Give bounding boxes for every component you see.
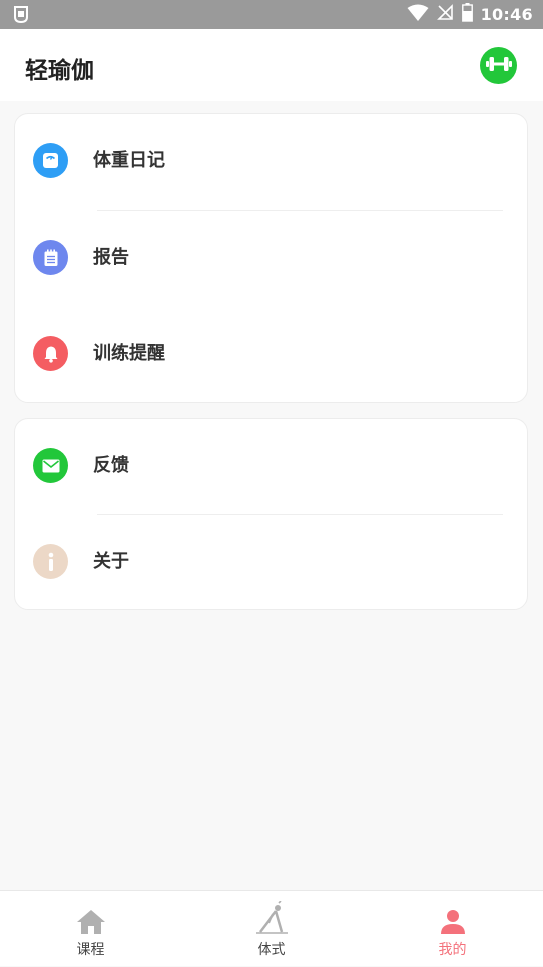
person-icon [439,905,467,935]
menu-item-training-reminder[interactable]: 训练提醒 [15,307,527,403]
page-title: 轻瑜伽 [25,58,94,84]
menu-item-label: 体重日记 [93,150,165,171]
dumbbell-button[interactable] [480,47,517,84]
status-bar: 10:46 [0,0,543,29]
menu-item-report[interactable]: 报告 [15,211,527,307]
tab-label: 我的 [438,942,467,958]
yoga-pose-icon [255,901,288,935]
scale-icon [33,143,68,178]
wifi-icon [407,4,429,26]
tab-label: 体式 [257,942,286,958]
menu-item-weight-diary[interactable]: 体重日记 [15,114,527,210]
menu-item-label: 报告 [93,247,129,268]
status-time: 10:46 [480,5,533,24]
menu-item-label: 训练提醒 [93,343,165,364]
menu-item-label: 反馈 [93,455,129,476]
notepad-icon [33,240,68,275]
home-icon [76,905,106,935]
menu-item-feedback[interactable]: 反馈 [15,419,527,515]
app-bar: 轻瑜伽 [0,29,543,101]
no-signal-icon [436,4,454,25]
battery-icon [461,3,473,26]
bell-icon [33,336,68,371]
menu-item-about[interactable]: 关于 [15,515,527,611]
tab-poses[interactable]: 体式 [181,891,362,967]
tab-label: 课程 [76,942,105,958]
menu-card-main: 体重日记 报告 训练提醒 [14,113,528,403]
menu-card-other: 反馈 关于 [14,418,528,610]
tab-courses[interactable]: 课程 [0,891,181,967]
menu-item-label: 关于 [93,551,129,572]
sim-card-icon [14,6,28,27]
dumbbell-icon [485,56,512,76]
bottom-nav: 课程 体式 我的 [0,890,543,966]
info-icon [33,544,68,579]
tab-mine[interactable]: 我的 [362,891,543,967]
mail-icon [33,448,68,483]
